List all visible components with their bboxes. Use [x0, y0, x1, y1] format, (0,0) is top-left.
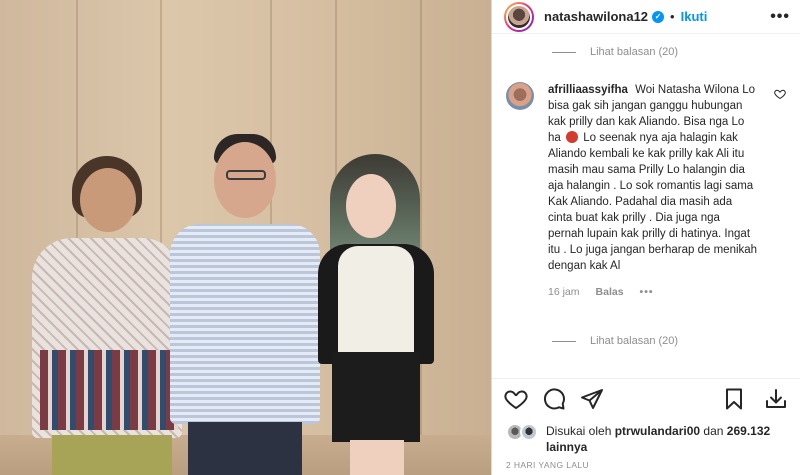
comment-item: afrilliaassyifha Woi Natasha Wilona Lo b…	[506, 82, 786, 300]
liker-avatar[interactable]	[520, 423, 538, 441]
likes-middle: dan	[703, 424, 724, 438]
comment-time: 16 jam	[548, 286, 580, 298]
comment-body: afrilliaassyifha Woi Natasha Wilona Lo b…	[548, 82, 758, 300]
view-replies-button[interactable]: Lihat balasan (20)	[552, 335, 678, 347]
verified-badge-icon: ✓	[652, 10, 665, 23]
post-actions-bar	[492, 378, 800, 418]
author-avatar[interactable]	[504, 1, 534, 32]
download-icon[interactable]	[764, 387, 788, 411]
bookmark-icon[interactable]	[722, 387, 746, 411]
post-side-panel: natashawilona12 ✓ • Ikuti ••• Lihat bala…	[491, 0, 800, 475]
person-right	[310, 152, 440, 475]
heart-icon[interactable]	[504, 387, 528, 411]
view-replies-button[interactable]: Lihat balasan (20)	[552, 46, 678, 58]
post-timestamp: 2 HARI YANG LALU	[506, 460, 590, 470]
liker-username[interactable]: ptrwulandari00	[615, 424, 700, 438]
likes-suffix[interactable]: lainnya	[546, 440, 587, 454]
view-replies-label: Lihat balasan (20)	[590, 335, 679, 347]
commenter-avatar[interactable]	[506, 82, 534, 110]
comments-list[interactable]: Lihat balasan (20) afrilliaassyifha Woi …	[492, 35, 800, 375]
person-middle	[170, 132, 320, 475]
author-username[interactable]: natashawilona12	[544, 9, 648, 24]
comment-like-heart-icon[interactable]	[774, 88, 786, 100]
likes-prefix: Disukai oleh	[546, 424, 612, 438]
view-replies-label: Lihat balasan (20)	[590, 46, 679, 58]
reply-button[interactable]: Balas	[596, 284, 624, 300]
post-header: natashawilona12 ✓ • Ikuti •••	[492, 0, 800, 34]
replies-line	[552, 340, 576, 342]
commenter-username[interactable]: afrilliaassyifha	[548, 84, 628, 96]
angry-face-emoji-icon	[566, 131, 578, 143]
comment-meta: 16 jam Balas •••	[548, 284, 758, 300]
liker-avatars	[506, 423, 540, 441]
separator-dot: •	[670, 9, 675, 24]
post-photo[interactable]	[0, 0, 491, 475]
replies-line	[552, 51, 576, 53]
comment-icon[interactable]	[542, 387, 566, 411]
share-icon[interactable]	[580, 387, 604, 411]
more-options-button[interactable]: •••	[770, 8, 790, 26]
comment-options-button[interactable]: •••	[640, 284, 654, 300]
likes-summary: Disukai oleh ptrwulandari00 dan 269.132 …	[506, 423, 790, 455]
likes-count[interactable]: 269.132	[727, 424, 770, 438]
comment-text-continued: Lo seenak nya aja halagin kak Aliando ke…	[548, 132, 758, 272]
person-left	[30, 150, 190, 475]
follow-button[interactable]: Ikuti	[681, 9, 708, 24]
